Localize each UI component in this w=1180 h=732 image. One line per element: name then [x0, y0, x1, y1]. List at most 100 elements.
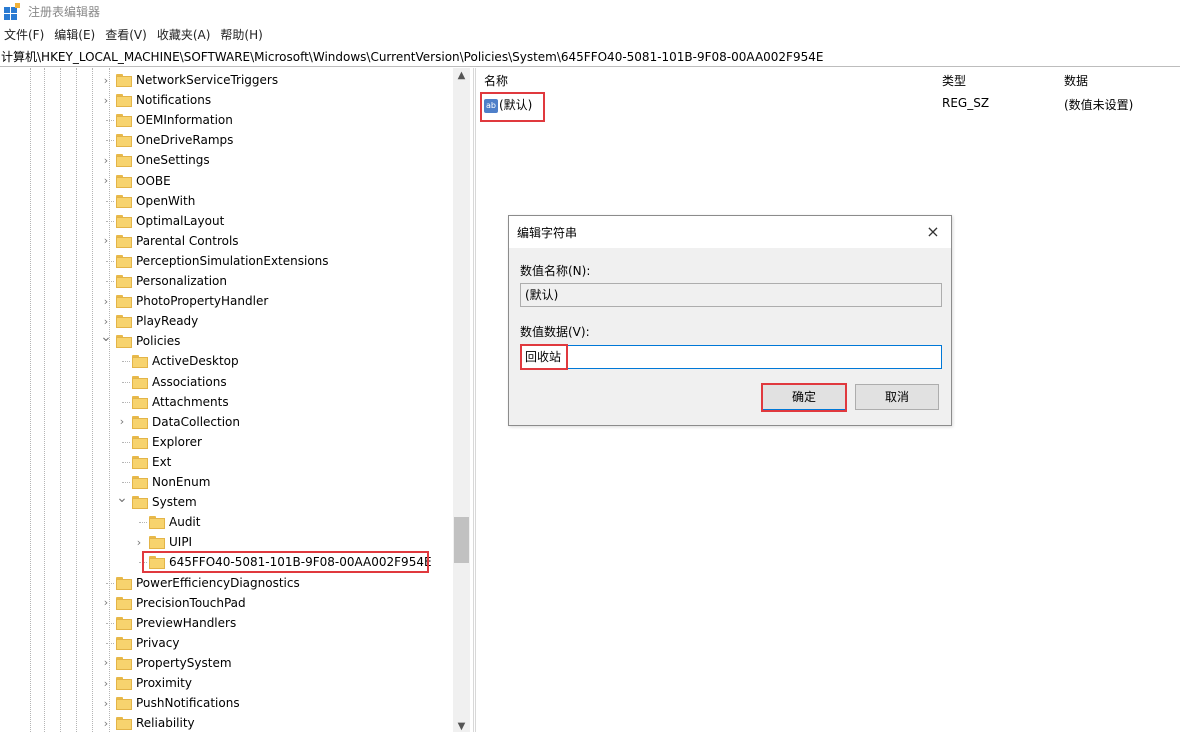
chevron-down-icon[interactable]: ⌄ — [116, 488, 128, 508]
tree-node[interactable]: › DataCollection — [0, 412, 452, 432]
tree-node[interactable]: Attachments — [0, 392, 452, 412]
tree-node[interactable]: PreviewHandlers — [0, 613, 452, 633]
folder-icon — [116, 295, 132, 309]
registry-tree[interactable]: › NetworkServiceTriggers › Notifications OEM… — [0, 68, 470, 732]
chevron-right-icon[interactable]: › — [134, 532, 144, 552]
chevron-right-icon[interactable]: › — [101, 713, 111, 732]
chevron-right-icon[interactable]: › — [101, 673, 111, 693]
list-row[interactable]: ab (默认) REG_SZ (数值未设置) — [478, 94, 1180, 114]
tree-node-label: PrecisionTouchPad — [136, 595, 246, 610]
value-data-input[interactable]: 回收站 — [520, 345, 942, 369]
tree-node-label: OptimalLayout — [136, 213, 225, 228]
chevron-right-icon[interactable]: › — [101, 693, 111, 713]
tree-node[interactable]: OEMInformation — [0, 110, 452, 130]
folder-icon — [116, 656, 132, 670]
tree-node[interactable]: › UIPI — [0, 532, 452, 552]
column-header-name[interactable]: 名称 — [484, 72, 508, 89]
tree-node[interactable]: ⌄ System — [0, 490, 452, 512]
tree-scrollbar[interactable]: ▲ ▼ — [453, 68, 470, 732]
address-bar[interactable]: 计算机\HKEY_LOCAL_MACHINE\SOFTWARE\Microsof… — [0, 46, 1180, 67]
tree-node-label: OneDriveRamps — [136, 133, 234, 148]
tree-node[interactable]: OpenWith — [0, 191, 452, 211]
menu-file[interactable]: 文件(F) — [0, 26, 49, 43]
chevron-down-icon[interactable]: ⌄ — [100, 327, 112, 347]
chevron-right-icon[interactable]: › — [101, 231, 111, 251]
tree-node[interactable]: › OneSettings — [0, 150, 452, 170]
tree-node-label: Policies — [136, 334, 181, 349]
tree-node[interactable]: PowerEfficiencyDiagnostics — [0, 573, 452, 593]
folder-icon — [116, 114, 132, 128]
folder-icon — [116, 275, 132, 288]
tree-node-label: Explorer — [152, 434, 202, 449]
tree-node[interactable]: OptimalLayout — [0, 211, 452, 231]
tree-node-label: Attachments — [152, 394, 229, 409]
tree-connector — [106, 200, 114, 202]
folder-icon — [132, 435, 148, 449]
tree-node-label: Reliability — [136, 716, 195, 731]
tree-node[interactable]: › PushNotifications — [0, 693, 452, 713]
folder-icon — [116, 335, 132, 349]
tree-node-label: PerceptionSimulationExtensions — [136, 253, 329, 268]
chevron-right-icon[interactable]: › — [101, 70, 111, 90]
tree-connector — [122, 381, 130, 383]
tree-node[interactable]: › Reliability — [0, 713, 452, 732]
window-title: 注册表编辑器 — [28, 4, 101, 19]
tree-connector — [122, 441, 130, 443]
tree-node[interactable]: PerceptionSimulationExtensions — [0, 251, 452, 271]
tree-node[interactable]: Explorer — [0, 432, 452, 452]
tree-node[interactable]: › Proximity — [0, 673, 452, 693]
tree-node[interactable]: 645FFO40-5081-101B-9F08-00AA002F954E — [0, 551, 452, 574]
tree-node[interactable]: › PrecisionTouchPad — [0, 593, 452, 613]
tree-node[interactable]: ⌄ Policies — [0, 329, 452, 351]
column-header-data[interactable]: 数据 — [1064, 72, 1088, 89]
value-name-label: 数值名称(N): — [520, 264, 591, 278]
folder-icon — [116, 616, 132, 630]
edit-string-dialog: 编辑字符串 × 数值名称(N): (默认) 数值数据(V): 回收站 确定 取消 — [508, 215, 952, 426]
tree-node-label: PhotoPropertyHandler — [136, 294, 269, 309]
tree-node[interactable]: › NetworkServiceTriggers — [0, 70, 452, 90]
scroll-down-arrow-icon[interactable]: ▼ — [453, 721, 470, 732]
close-icon[interactable]: × — [921, 220, 945, 244]
folder-icon — [116, 697, 132, 711]
tree-node[interactable]: ActiveDesktop — [0, 351, 452, 371]
column-header-type[interactable]: 类型 — [942, 72, 966, 89]
tree-node[interactable]: OneDriveRamps — [0, 130, 452, 150]
chevron-right-icon[interactable]: › — [101, 593, 111, 613]
tree-node-label: OOBE — [136, 173, 171, 188]
chevron-right-icon[interactable]: › — [101, 171, 111, 191]
tree-node-label: OEMInformation — [136, 113, 233, 128]
tree-node[interactable]: Ext — [0, 452, 452, 472]
tree-node[interactable]: Personalization — [0, 271, 452, 291]
tree-node[interactable]: › PlayReady — [0, 311, 452, 331]
cancel-button[interactable]: 取消 — [855, 384, 939, 410]
tree-node[interactable]: Audit — [0, 512, 452, 532]
folder-icon — [116, 677, 132, 690]
scroll-thumb[interactable] — [454, 517, 469, 563]
menu-edit[interactable]: 编辑(E) — [49, 26, 100, 43]
pane-splitter[interactable] — [473, 68, 476, 732]
chevron-right-icon[interactable]: › — [101, 291, 111, 311]
tree-node-label: Audit — [169, 515, 201, 530]
tree-connector — [106, 281, 114, 282]
chevron-right-icon[interactable]: › — [101, 653, 111, 673]
menu-favorites[interactable]: 收藏夹(A) — [152, 26, 216, 43]
folder-icon — [116, 74, 132, 87]
tree-node-label: PropertySystem — [136, 655, 232, 670]
menu-view[interactable]: 查看(V) — [100, 26, 152, 43]
folder-icon — [132, 355, 148, 369]
scroll-up-arrow-icon[interactable]: ▲ — [453, 70, 470, 81]
chevron-right-icon[interactable]: › — [117, 412, 127, 432]
chevron-right-icon[interactable]: › — [101, 150, 111, 170]
chevron-right-icon[interactable]: › — [101, 90, 111, 110]
tree-node[interactable]: › PropertySystem — [0, 653, 452, 673]
dialog-title: 编辑字符串 — [517, 226, 578, 240]
tree-node[interactable]: › PhotoPropertyHandler — [0, 291, 452, 311]
tree-node[interactable]: NonEnum — [0, 472, 452, 492]
tree-node[interactable]: › Notifications — [0, 90, 452, 110]
menu-help[interactable]: 帮助(H) — [215, 26, 267, 43]
tree-node[interactable]: Privacy — [0, 633, 452, 653]
tree-node[interactable]: › OOBE — [0, 171, 452, 191]
tree-node[interactable]: Associations — [0, 372, 452, 392]
tree-node[interactable]: › Parental Controls — [0, 231, 452, 251]
folder-icon — [116, 154, 132, 168]
